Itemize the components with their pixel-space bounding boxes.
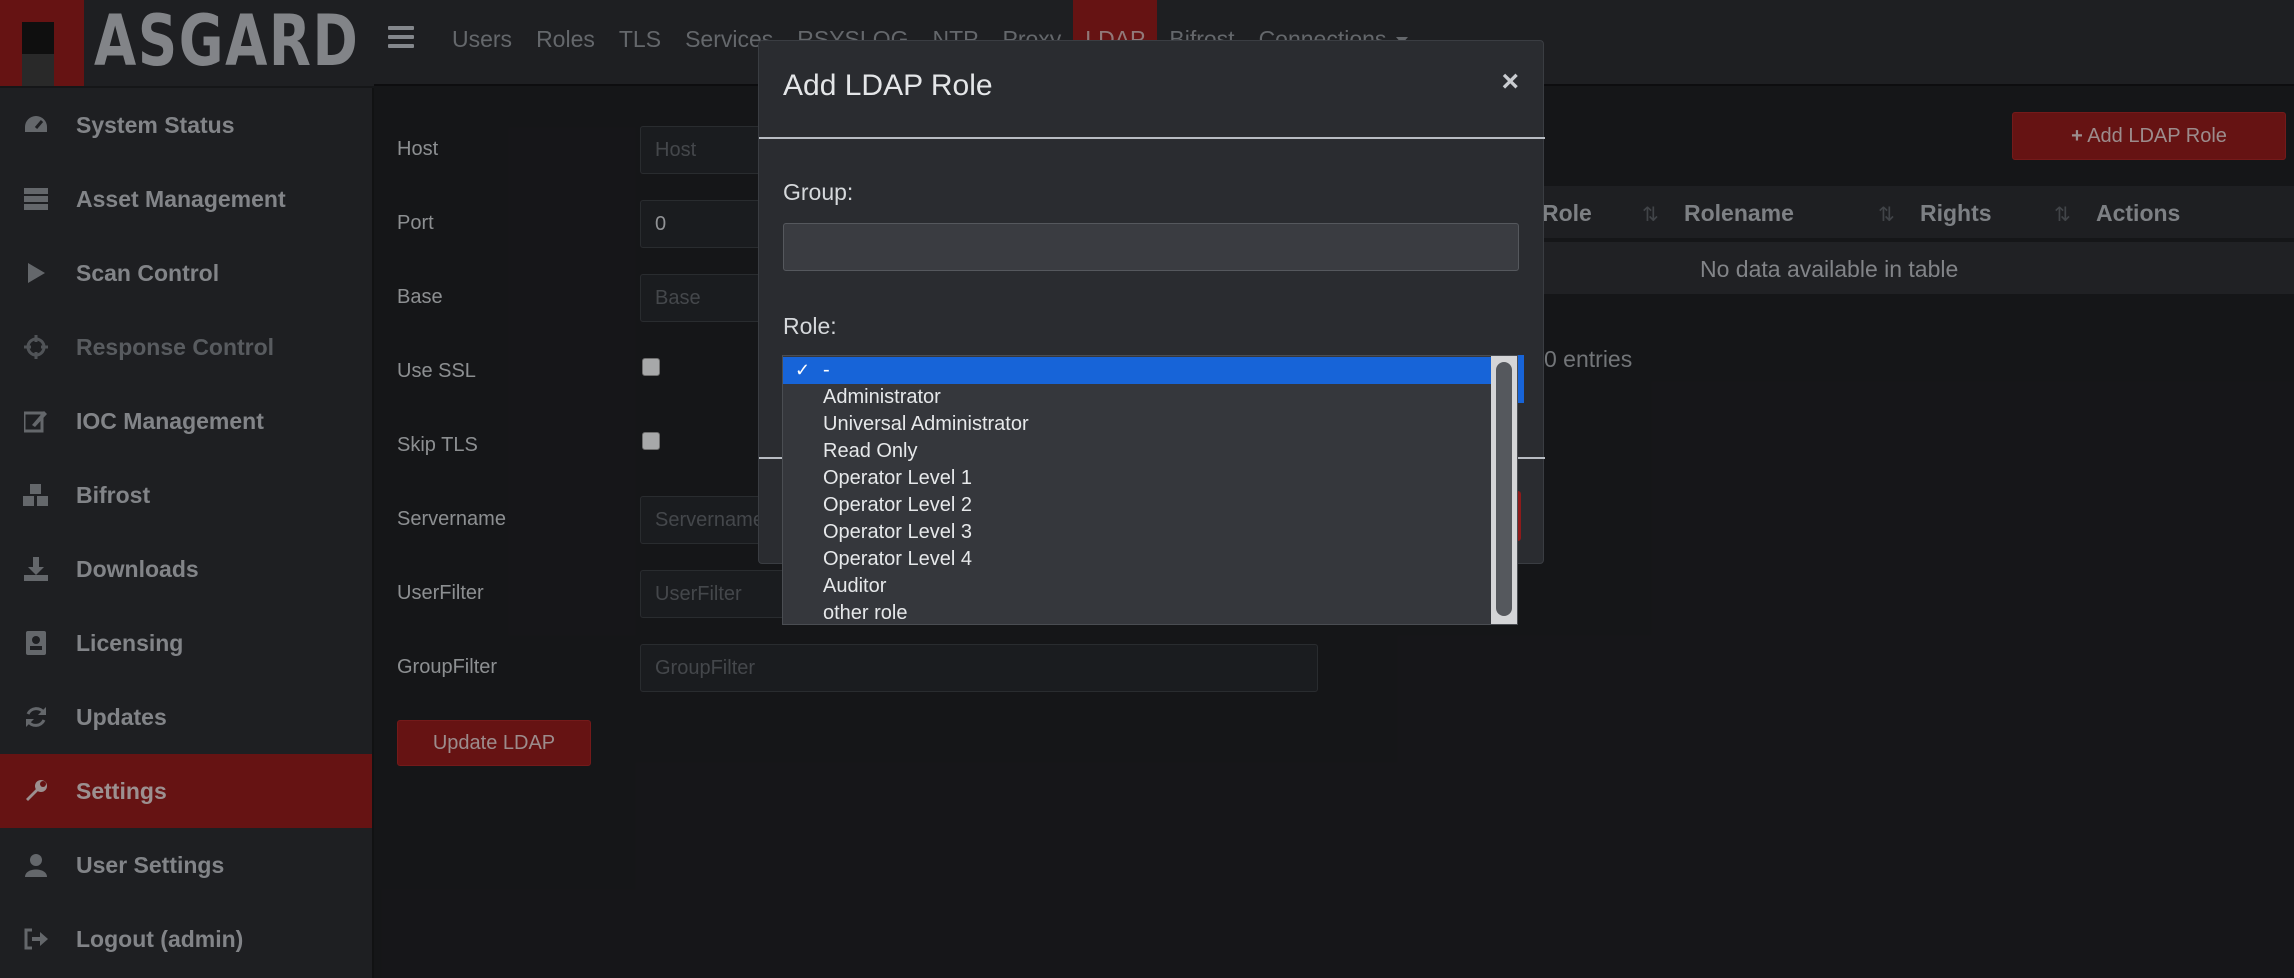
scrollbar[interactable] xyxy=(1491,356,1517,624)
group-input[interactable] xyxy=(783,223,1519,271)
modal-title: Add LDAP Role xyxy=(783,69,993,102)
role-option[interactable]: Operator Level 1 xyxy=(783,465,1495,492)
role-option[interactable]: Read Only xyxy=(783,438,1495,465)
role-option[interactable]: Administrator xyxy=(783,384,1495,411)
scrollbar-thumb[interactable] xyxy=(1496,362,1512,616)
role-option[interactable]: Operator Level 4 xyxy=(783,546,1495,573)
role-label: Role: xyxy=(783,313,837,339)
role-select-options: ✓ - Administrator Universal Administrator… xyxy=(782,355,1518,625)
role-option[interactable]: Auditor xyxy=(783,573,1495,600)
divider xyxy=(759,137,1545,139)
role-option[interactable]: Operator Level 2 xyxy=(783,492,1495,519)
role-option[interactable]: ✓ - xyxy=(783,357,1495,384)
checkmark-icon: ✓ xyxy=(795,360,811,380)
role-option-label: - xyxy=(823,359,830,381)
close-icon[interactable]: × xyxy=(1501,65,1519,99)
role-option[interactable]: Universal Administrator xyxy=(783,411,1495,438)
role-option[interactable]: other role xyxy=(783,600,1495,627)
role-select[interactable] xyxy=(1518,355,1524,403)
role-option[interactable]: Operator Level 3 xyxy=(783,519,1495,546)
group-label: Group: xyxy=(783,179,854,205)
